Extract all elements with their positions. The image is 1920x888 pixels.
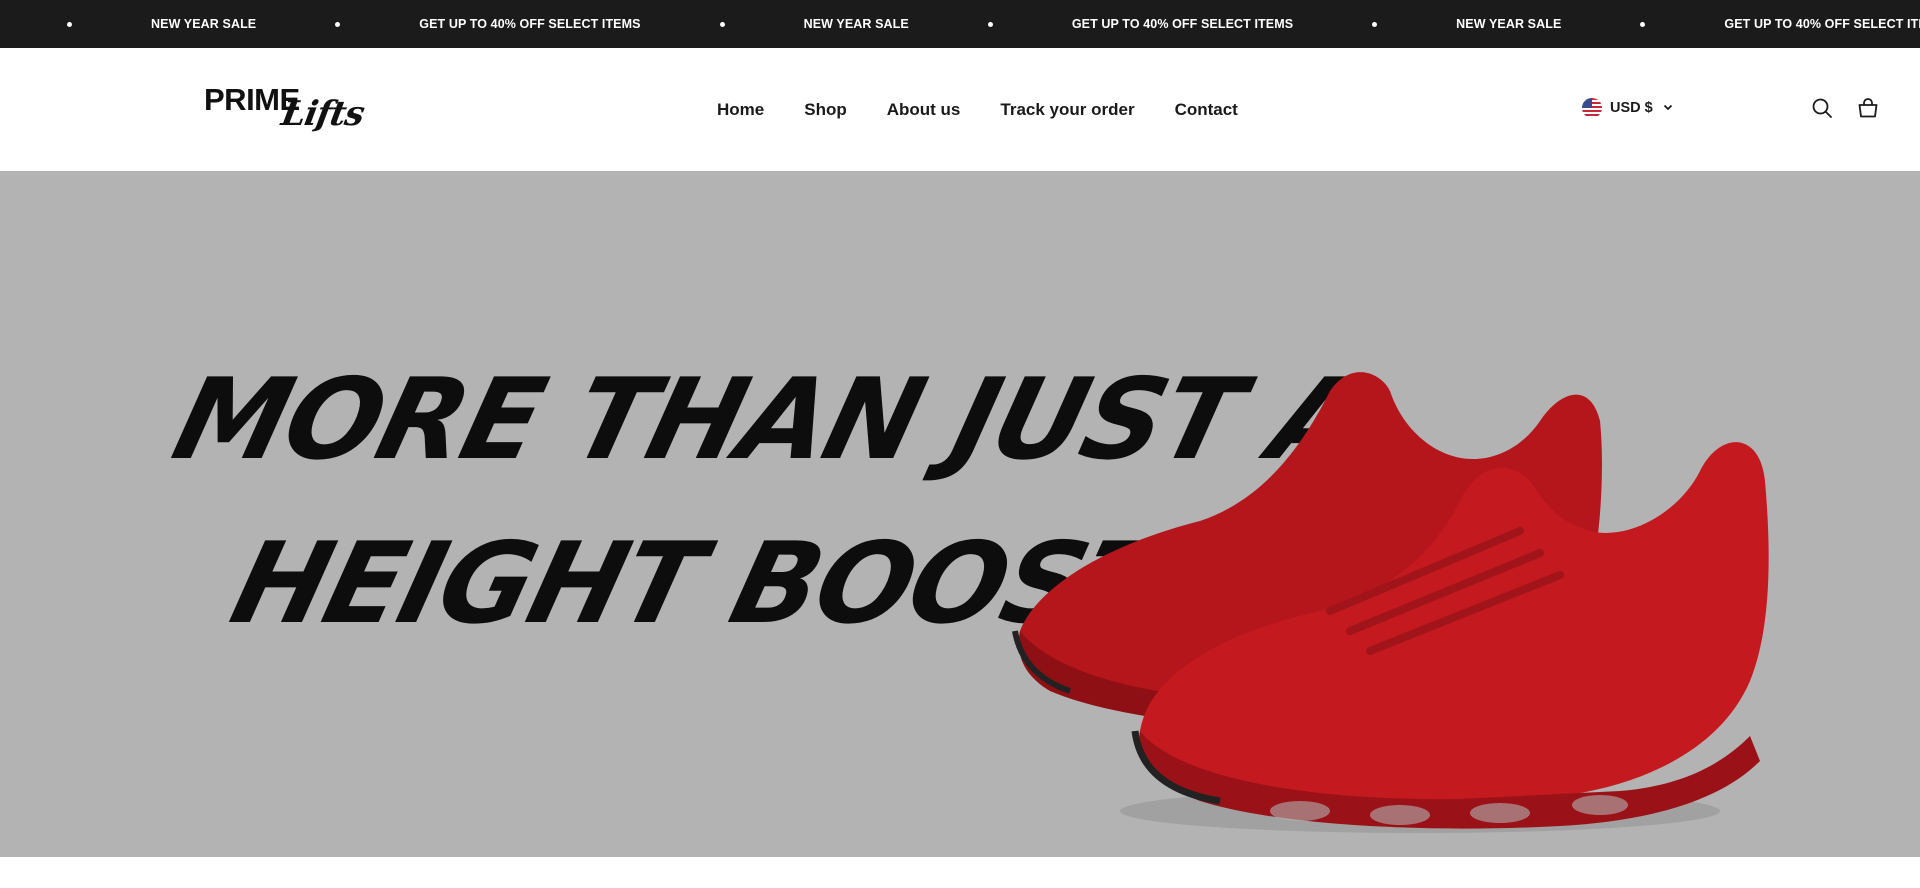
shopping-bag-icon[interactable] xyxy=(1856,96,1880,120)
bullet-dot xyxy=(335,21,341,27)
red-shoes-image xyxy=(1012,372,1769,833)
announcement-text: NEW YEAR SALE xyxy=(803,17,909,31)
brand-logo[interactable]: PRIME Lifts xyxy=(204,82,367,138)
nav-track-order[interactable]: Track your order xyxy=(1000,100,1134,120)
chevron-down-icon xyxy=(1663,99,1673,117)
header-actions: USD $ xyxy=(1520,48,1920,171)
announcement-text: GET UP TO 40% OFF SELECT ITEMS xyxy=(1724,17,1920,31)
bullet-dot xyxy=(987,21,993,27)
nav-contact[interactable]: Contact xyxy=(1175,100,1238,120)
announcement-text: GET UP TO 40% OFF SELECT ITEMS xyxy=(419,17,641,31)
announcement-track: NEW YEAR SALE GET UP TO 40% OFF SELECT I… xyxy=(0,0,1920,48)
nav-about-us[interactable]: About us xyxy=(887,100,961,120)
site-header: PRIME Lifts Home Shop About us Track you… xyxy=(0,48,1920,171)
bullet-dot xyxy=(1372,21,1378,27)
announcement-text: GET UP TO 40% OFF SELECT ITEMS xyxy=(1071,17,1294,31)
search-icon[interactable] xyxy=(1810,96,1834,120)
main-nav: Home Shop About us Track your order Cont… xyxy=(717,48,1238,171)
announcement-bar: NEW YEAR SALE GET UP TO 40% OFF SELECT I… xyxy=(0,0,1920,48)
nav-home[interactable]: Home xyxy=(717,100,764,120)
us-flag-icon xyxy=(1582,98,1602,118)
bullet-dot xyxy=(719,21,725,27)
announcement-text: NEW YEAR SALE xyxy=(151,17,257,31)
currency-selector[interactable]: USD $ xyxy=(1582,98,1673,118)
announcement-text: NEW YEAR SALE xyxy=(1456,17,1562,31)
bullet-dot xyxy=(67,21,72,27)
hero-banner[interactable]: MORE THAN JUST A HEIGHT BOOST. xyxy=(0,171,1920,857)
logo-word-lifts: Lifts xyxy=(278,94,367,134)
nav-shop[interactable]: Shop xyxy=(804,100,847,120)
bullet-dot xyxy=(1640,21,1646,27)
currency-label: USD $ xyxy=(1610,100,1653,116)
